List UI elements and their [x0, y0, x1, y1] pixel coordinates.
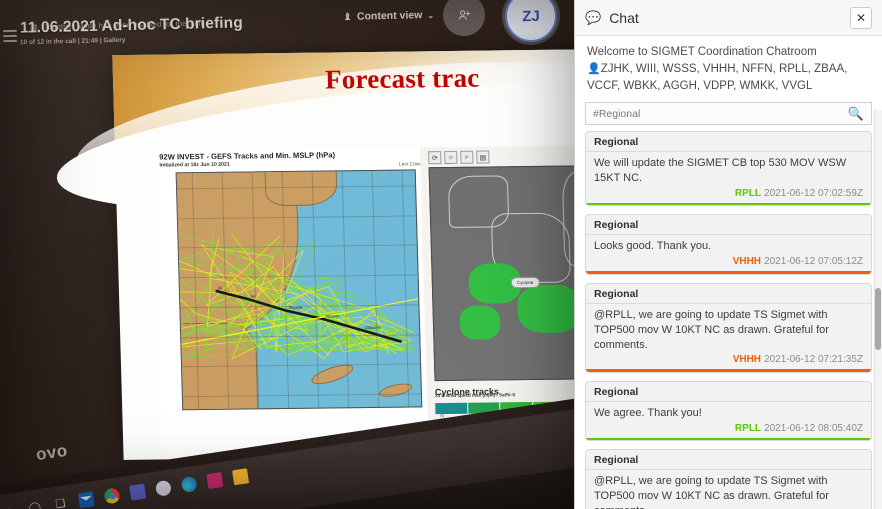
chat-message-footer: RPLL 2021-06-12 07:02:59Z — [586, 188, 871, 203]
chat-welcome-block: Welcome to SIGMET Coordination Chatroom … — [575, 36, 882, 98]
search-input[interactable] — [593, 107, 848, 120]
presentation-slide: Forecast trac 92W INVEST - GEFS Tracks a… — [50, 37, 585, 460]
screenshot-root: ▦ Together Mode has been enabled for thi… — [0, 0, 882, 509]
track-annotation: 24 — [217, 285, 222, 290]
search-icon[interactable]: 🔍 — [848, 106, 864, 122]
chat-message-user: VHHH — [732, 354, 762, 366]
map-tooltip: Cyclone — [510, 276, 540, 289]
gefs-chart-subtitle: Initialized at 18z Jun 10 2021 — [159, 161, 230, 169]
y-axis-tick-label: 20°N — [175, 274, 178, 281]
convection-blob-c — [459, 305, 501, 340]
close-icon[interactable]: ✕ — [850, 6, 872, 29]
podium-icon: ♝ — [342, 11, 353, 23]
search-icon[interactable]: ⌕ — [460, 150, 474, 164]
chat-message[interactable]: Regional @RPLL, we are going to update TS… — [585, 449, 872, 509]
task-view-icon[interactable]: ❑ — [52, 495, 69, 509]
chat-bubble-icon: 💬 — [585, 10, 602, 25]
chat-message-time: 2021-06-12 07:02:59Z — [764, 187, 863, 199]
ensemble-track-lines: 102comb96comb78comb5424 — [176, 219, 419, 360]
file-explorer-icon[interactable] — [232, 468, 250, 486]
y-axis-tick-label: 18°N — [175, 304, 179, 310]
satellite-image: Cyclone — [428, 164, 585, 382]
chat-header: 💬 Chat ✕ — [575, 0, 882, 36]
chat-message-text: @RPLL, we are going to update TS Sigmet … — [594, 308, 829, 351]
laptop-brand-label: ovo — [34, 440, 69, 465]
chat-message-channel: Regional — [586, 382, 871, 402]
chevron-down-icon: ⌄ — [427, 10, 435, 20]
chat-members-line: 👤ZJHK, WIII, WSSS, VHHH, NFFN, RPLL, ZBA… — [587, 61, 870, 95]
chat-message-channel: Regional — [586, 450, 871, 471]
chat-message-accent — [586, 271, 871, 274]
content-view-button[interactable]: ♝ Content view ⌄ — [343, 9, 434, 23]
chat-message-time: 2021-06-12 08:05:40Z — [764, 422, 863, 434]
chat-welcome-text: Welcome to SIGMET Coordination Chatroom — [587, 46, 817, 58]
chat-message-user: RPLL — [734, 187, 762, 199]
edge-icon[interactable] — [180, 475, 198, 493]
chat-message-accent — [586, 202, 871, 206]
chat-message[interactable]: Regional @RPLL, we are going to update TS… — [585, 282, 872, 373]
layers-icon[interactable]: ▤ — [476, 150, 490, 164]
chat-message-list[interactable]: Regional We will update the SIGMET CB top… — [575, 131, 882, 509]
add-person-icon — [458, 9, 470, 20]
avatar-initials: ZJ — [522, 7, 540, 25]
magenta-app-icon[interactable] — [206, 472, 224, 490]
y-axis-tick-label: 16°N — [175, 334, 180, 340]
chat-members-text: ZJHK, WIII, WSSS, VHHH, NFFN, RPLL, ZBAA… — [587, 62, 848, 92]
laptop-photo-region: ▦ Together Mode has been enabled for thi… — [0, 0, 585, 509]
menu-icon[interactable] — [2, 29, 18, 44]
chat-message-text: @RPLL, we are going to update TS Sigmet … — [594, 475, 829, 509]
chat-message-user: VHHH — [732, 256, 762, 268]
chat-message-channel: Regional — [586, 284, 871, 304]
refresh-icon[interactable]: ⟳ — [428, 151, 442, 165]
chat-message-text: We agree. Thank you! — [594, 406, 702, 419]
chat-message-text: We will update the SIGMET CB top 530 MOV… — [594, 157, 847, 185]
teams-icon[interactable] — [129, 483, 147, 501]
chat-scrollbar-thumb[interactable] — [875, 288, 881, 350]
track-annotation: 102comb — [364, 325, 381, 330]
chrome-icon[interactable] — [103, 487, 121, 505]
content-view-label: Content view — [356, 9, 423, 23]
chat-message-footer: RPLL 2021-06-12 08:05:40Z — [586, 423, 871, 438]
chat-message-footer: VHHH 2021-06-12 07:21:35Z — [586, 354, 871, 369]
person-icon: 👤 — [587, 62, 601, 75]
chat-message-channel: Regional — [586, 132, 871, 153]
cyclone-tracks-subtitle: 33 ft wind speed max (mph) / Saffir-S — [434, 392, 516, 399]
chat-message-text: Looks good. Thank you. — [594, 240, 712, 253]
cortana-icon[interactable]: ◯ — [26, 499, 43, 509]
search-icon[interactable]: ⌕ — [1, 503, 18, 509]
settings-icon[interactable]: ☼ — [444, 150, 458, 165]
slide-title: Forecast trac — [324, 62, 480, 95]
chat-message[interactable]: Regional We will update the SIGMET CB top… — [585, 131, 872, 207]
y-axis-tick-label: 22°N — [176, 245, 177, 250]
chat-message-footer: VHHH 2021-06-12 07:05:12Z — [586, 256, 871, 271]
y-axis-tick-label: 14°N — [175, 364, 181, 370]
track-annotation: 96comb — [325, 313, 340, 318]
gefs-chart-title: 92W INVEST - GEFS Tracks and Min. MSLP (… — [159, 150, 336, 162]
chat-title: Chat — [609, 9, 639, 26]
chat-message-accent — [586, 437, 871, 441]
chat-message-user: RPLL — [734, 422, 762, 434]
chat-message[interactable]: Regional Looks good. Thank you. VHHH 2021-0… — [585, 214, 872, 275]
mail-icon[interactable] — [77, 491, 95, 509]
misc-app-icon[interactable] — [154, 479, 172, 497]
convection-blob-b — [516, 284, 583, 334]
chat-message-channel: Regional — [586, 215, 871, 236]
chat-message-time: 2021-06-12 07:21:35Z — [764, 354, 863, 366]
y-axis-tick-label: 12°N — [175, 393, 181, 400]
chat-panel: 💬 Chat ✕ Welcome to SIGMET Coordination … — [574, 0, 882, 509]
chat-search-bar[interactable]: 🔍 — [585, 102, 872, 126]
chat-scrollbar[interactable] — [874, 110, 882, 509]
gefs-map-plot: 102comb96comb78comb5424 102°E104°E106°E1… — [175, 169, 423, 411]
map-toolbar[interactable]: ⟳ ☼ ⌕ ▤ — [428, 150, 490, 165]
chat-message-time: 2021-06-12 07:05:12Z — [764, 256, 863, 268]
chat-message-accent — [586, 369, 871, 372]
chat-message[interactable]: Regional We agree. Thank you! RPLL 2021-06-… — [585, 380, 872, 442]
